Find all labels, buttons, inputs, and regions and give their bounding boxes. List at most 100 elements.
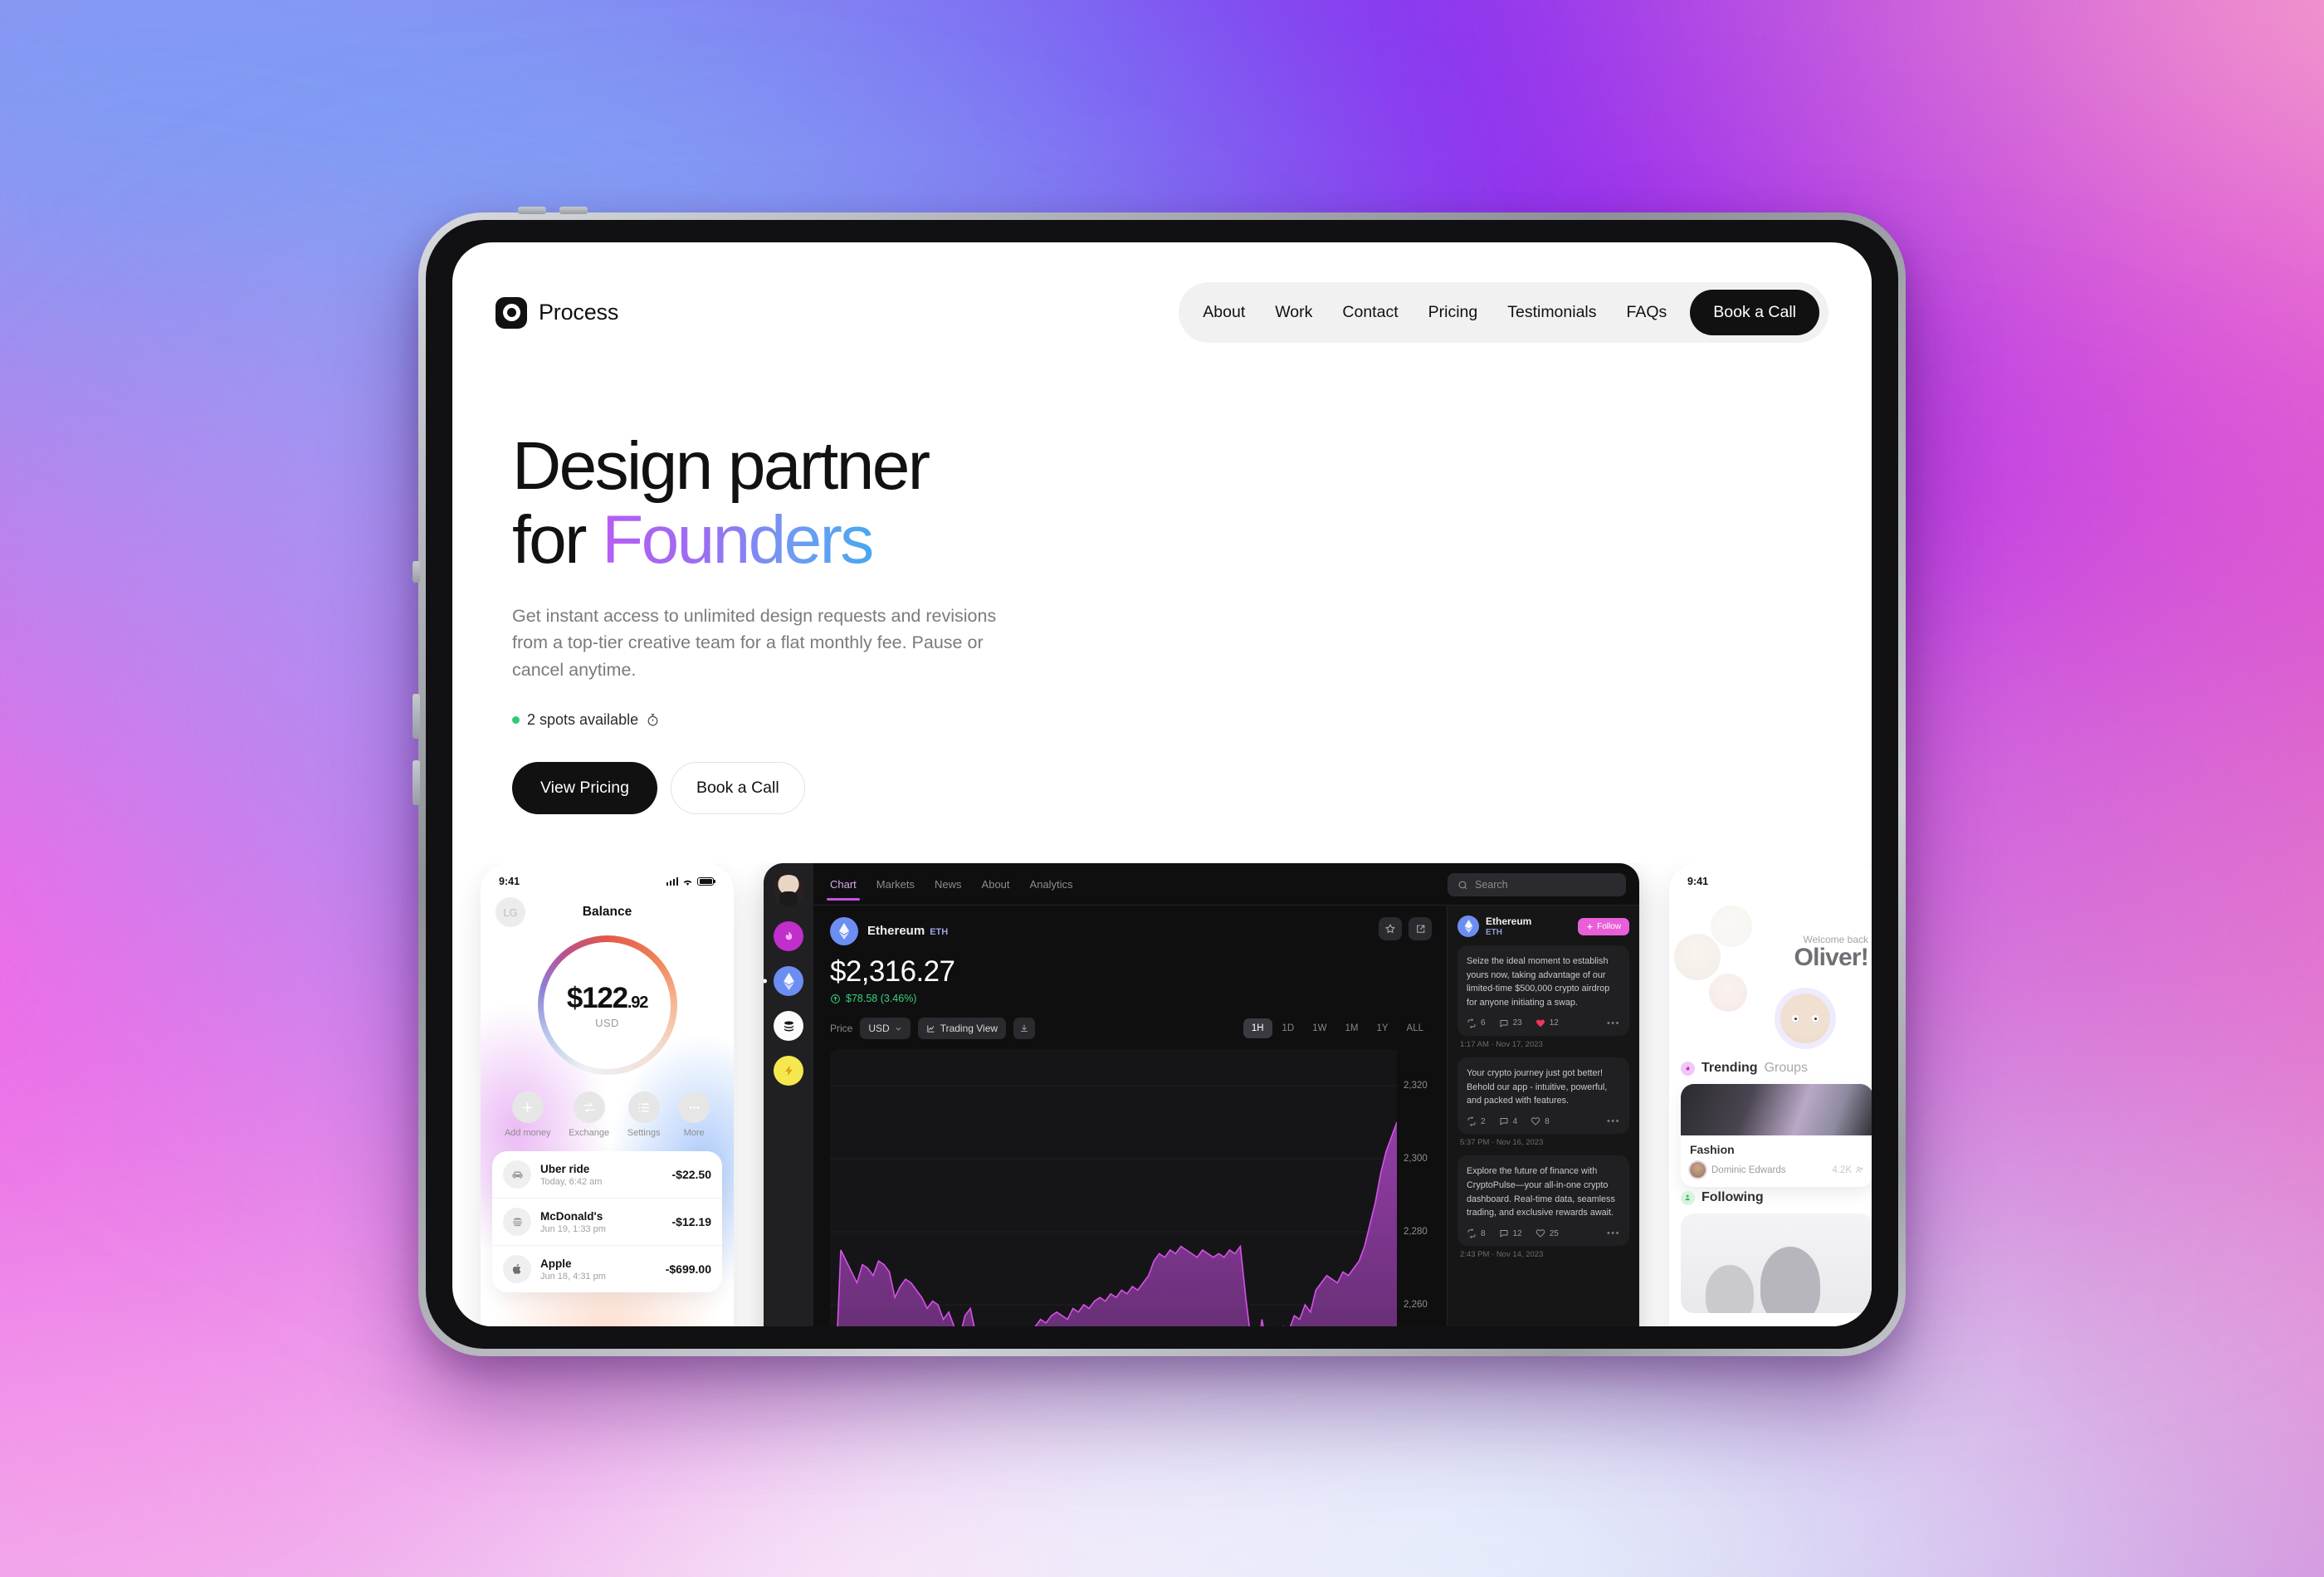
device-screen: Process About Work Contact Pricing Testi… <box>452 242 1872 1326</box>
comment-stat[interactable]: 4 <box>1499 1116 1518 1126</box>
action-exchange[interactable]: Exchange <box>569 1091 609 1138</box>
share-icon[interactable] <box>1409 917 1432 940</box>
range-all[interactable]: ALL <box>1399 1018 1432 1038</box>
like-count: 12 <box>1550 1018 1559 1028</box>
sidebar-item-flame[interactable] <box>774 921 803 951</box>
sidebar-item-ethereum[interactable] <box>774 966 803 996</box>
nav-item-contact[interactable]: Contact <box>1327 293 1413 332</box>
heart-icon <box>1536 1228 1545 1238</box>
tab-news[interactable]: News <box>935 878 962 901</box>
headline-line-1: Design partner <box>512 428 928 504</box>
group-card[interactable]: Fashion Dominic Edwards 4.2K <box>1681 1084 1872 1187</box>
currency-select[interactable]: USD <box>860 1018 910 1039</box>
device-side-button <box>413 561 420 583</box>
more-options-icon[interactable]: ••• <box>1607 1228 1620 1238</box>
balance-ring: $122.92 USD <box>492 935 722 1075</box>
sidebar-item-coins[interactable] <box>774 1011 803 1041</box>
repost-count: 2 <box>1481 1117 1486 1126</box>
chart-line-icon <box>926 1024 935 1033</box>
range-1h[interactable]: 1H <box>1243 1018 1272 1038</box>
repost-stat[interactable]: 8 <box>1467 1228 1486 1238</box>
price-chart[interactable]: 2,3202,3002,2802,2602,240 <box>830 1049 1447 1326</box>
range-1y[interactable]: 1Y <box>1368 1018 1396 1038</box>
tab-analytics[interactable]: Analytics <box>1030 878 1073 901</box>
download-icon[interactable] <box>1013 1018 1035 1039</box>
post-text: Your crypto journey just got better! Beh… <box>1467 1067 1620 1108</box>
book-a-call-button[interactable]: Book a Call <box>671 762 805 814</box>
group-author: Dominic Edwards <box>1711 1165 1785 1175</box>
like-stat[interactable]: 25 <box>1536 1228 1559 1238</box>
battery-icon <box>697 877 714 886</box>
trading-view-chip[interactable]: Trading View <box>918 1018 1006 1039</box>
avatar <box>1690 1162 1706 1178</box>
balance-title: Balance <box>492 905 722 920</box>
like-count: 25 <box>1550 1229 1559 1238</box>
list-item[interactable]: Seize the ideal moment to establish your… <box>1457 945 1629 1049</box>
group-title: Fashion <box>1690 1143 1864 1156</box>
range-1d[interactable]: 1D <box>1274 1018 1303 1038</box>
status-dot-icon <box>512 716 520 724</box>
repost-stat[interactable]: 2 <box>1467 1116 1486 1126</box>
trending-label-bold: Trending <box>1702 1061 1758 1076</box>
list-item[interactable]: Your crypto journey just got better! Beh… <box>1457 1057 1629 1147</box>
transactions-list: Uber ride Today, 6:42 am -$22.50 McDonal… <box>492 1151 722 1292</box>
comment-icon <box>1499 1228 1509 1238</box>
like-stat[interactable]: 12 <box>1536 1018 1559 1028</box>
range-1w[interactable]: 1W <box>1304 1018 1335 1038</box>
comment-stat[interactable]: 23 <box>1499 1018 1522 1028</box>
currency-value: USD <box>868 1023 889 1034</box>
logo-icon <box>496 297 527 329</box>
table-row[interactable]: Apple Jun 18, 4:31 pm -$699.00 <box>492 1245 722 1292</box>
list-item[interactable]: Explore the future of finance with Crypt… <box>1457 1155 1629 1259</box>
brand-logo[interactable]: Process <box>496 297 618 329</box>
device-bezel: Process About Work Contact Pricing Testi… <box>426 220 1898 1349</box>
coin-name: Ethereum <box>867 924 925 938</box>
post-timestamp: 5:37 PM · Nov 16, 2023 <box>1457 1134 1629 1147</box>
table-row[interactable]: McDonald's Jun 19, 1:33 pm -$12.19 <box>492 1198 722 1245</box>
search-input[interactable]: Search <box>1448 873 1626 896</box>
brand-name: Process <box>539 300 618 325</box>
follow-label: Follow <box>1597 922 1621 931</box>
transaction-name: Uber ride <box>540 1163 663 1175</box>
coin-symbol: ETH <box>930 927 948 937</box>
avatar[interactable] <box>1780 994 1830 1043</box>
comment-stat[interactable]: 12 <box>1499 1228 1522 1238</box>
axis-tick-label: 2,260 <box>1404 1300 1428 1310</box>
action-add-money[interactable]: Add money <box>505 1091 551 1138</box>
more-options-icon[interactable]: ••• <box>1607 1018 1620 1028</box>
coin-header: Ethereum ETH <box>830 917 948 945</box>
user-name: Oliver! <box>1794 944 1868 972</box>
table-row[interactable]: Uber ride Today, 6:42 am -$22.50 <box>492 1151 722 1198</box>
chart-controls: Price USD Trading View 1H 1D 1W 1M 1Y AL… <box>830 1018 1447 1039</box>
repost-count: 8 <box>1481 1229 1486 1238</box>
tab-about[interactable]: About <box>982 878 1010 901</box>
tab-chart[interactable]: Chart <box>830 878 857 901</box>
nav-item-testimonials[interactable]: Testimonials <box>1492 293 1611 332</box>
nav-item-about[interactable]: About <box>1188 293 1260 332</box>
transaction-date: Jun 19, 1:33 pm <box>540 1224 663 1234</box>
view-pricing-button[interactable]: View Pricing <box>512 762 657 814</box>
crypto-dashboard-mockup: Chart Markets News About Analytics Searc… <box>764 863 1639 1326</box>
device-volume-up <box>413 694 420 739</box>
following-preview[interactable] <box>1681 1213 1872 1313</box>
price-change-value: $78.58 (3.46%) <box>846 993 916 1004</box>
trading-view-label: Trading View <box>940 1023 998 1034</box>
range-1m[interactable]: 1M <box>1336 1018 1366 1038</box>
action-settings[interactable]: Settings <box>627 1091 661 1138</box>
trending-groups-header: Trending Groups <box>1681 1061 1872 1076</box>
nav-item-work[interactable]: Work <box>1260 293 1327 332</box>
avatar[interactable] <box>773 875 804 906</box>
tablet-device-frame: Process About Work Contact Pricing Testi… <box>418 212 1906 1356</box>
more-options-icon[interactable]: ••• <box>1607 1116 1620 1126</box>
tab-markets[interactable]: Markets <box>876 878 915 901</box>
like-stat[interactable]: 8 <box>1531 1116 1550 1126</box>
repost-stat[interactable]: 6 <box>1467 1018 1486 1028</box>
sidebar-item-bolt[interactable] <box>774 1056 803 1086</box>
favorite-star-icon[interactable] <box>1379 917 1402 940</box>
nav-item-pricing[interactable]: Pricing <box>1413 293 1493 332</box>
follow-button[interactable]: Follow <box>1578 918 1629 935</box>
transaction-date: Today, 6:42 am <box>540 1177 663 1187</box>
nav-book-a-call-button[interactable]: Book a Call <box>1690 290 1819 335</box>
action-more[interactable]: More <box>678 1091 710 1138</box>
nav-item-faqs[interactable]: FAQs <box>1612 293 1682 332</box>
